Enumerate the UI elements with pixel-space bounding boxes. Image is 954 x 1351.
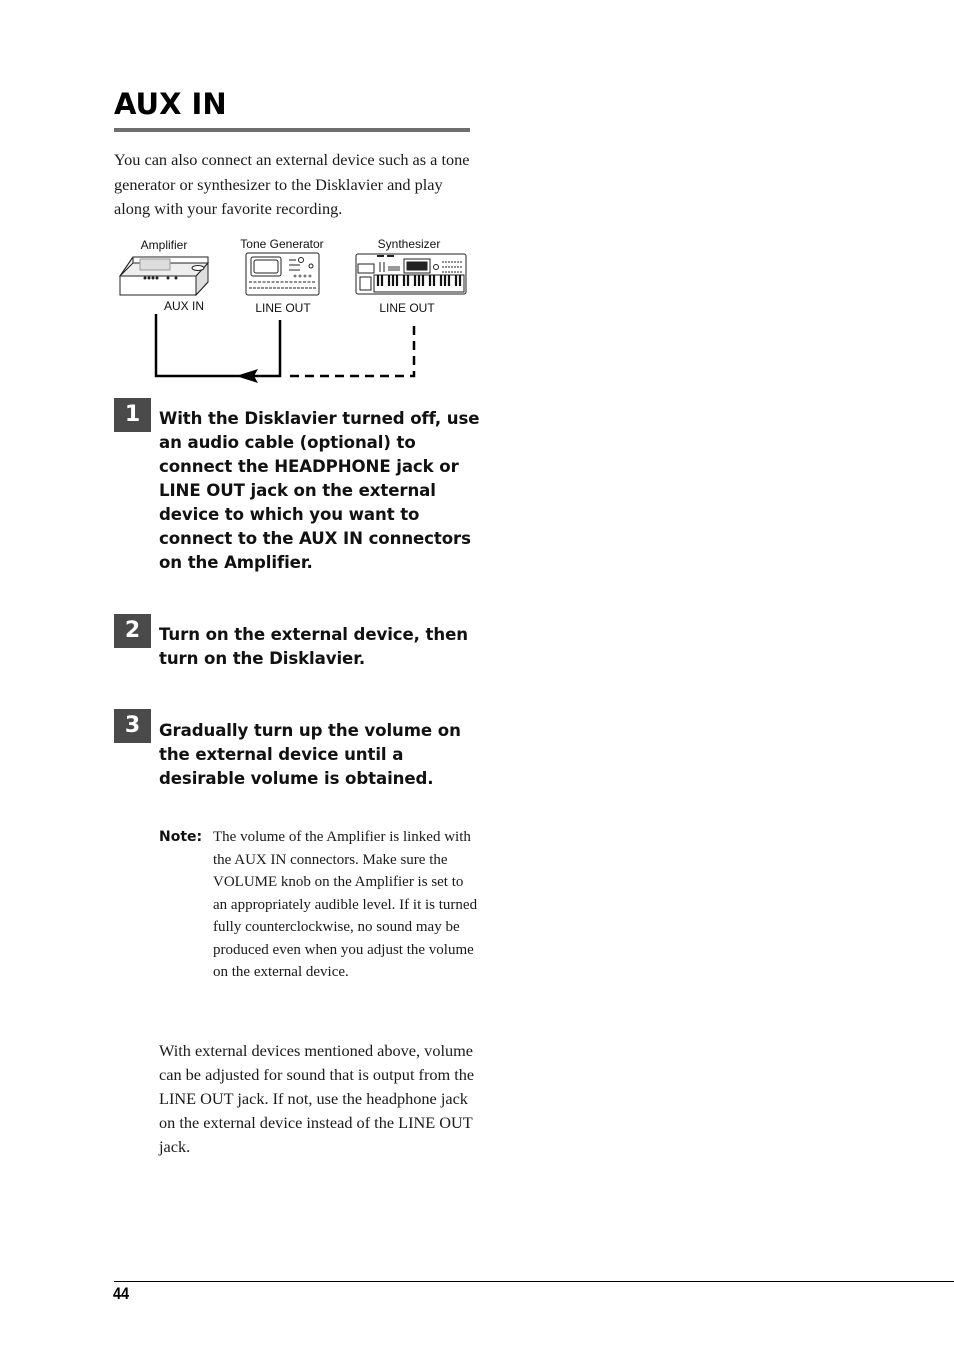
step-1-text: With the Disklavier turned off, use an a… [159,409,480,572]
solid-cable [154,314,282,378]
closing-paragraph: With external devices mentioned above, v… [159,1041,475,1156]
cable-lines [154,314,416,378]
step-2-text: Turn on the external device, then turn o… [159,625,468,668]
synthesizer-label: Synthesizer [378,237,441,251]
synthesizer-port-label: LINE OUT [379,301,435,315]
page-number: 44 [113,1284,130,1303]
tone-generator-icon [245,252,320,296]
synthesizer-icon [355,253,467,295]
dashed-cable [290,322,416,378]
amplifier-icon [118,256,210,297]
intro-paragraph: You can also connect an external device … [114,150,470,218]
footer-rule [114,1281,954,1282]
note-label: Note: [159,829,203,845]
note-text: The volume of the Amplifier is linked wi… [213,829,478,980]
amplifier-label: Amplifier [141,238,188,252]
tone-generator-label: Tone Generator [240,237,323,251]
section-title: AUX IN [114,87,227,121]
connection-diagram: Amplifier AUX IN Tone Generator LINE OUT… [118,237,467,383]
step-3-text: Gradually turn up the volume on the exte… [159,721,461,788]
title-underline [114,128,470,132]
amplifier-port-label: AUX IN [164,299,204,313]
step-2-badge: 2 [114,614,151,648]
step-1-badge: 1 [114,398,151,432]
tone-generator-port-label: LINE OUT [255,301,311,315]
step-3-badge: 3 [114,709,151,743]
